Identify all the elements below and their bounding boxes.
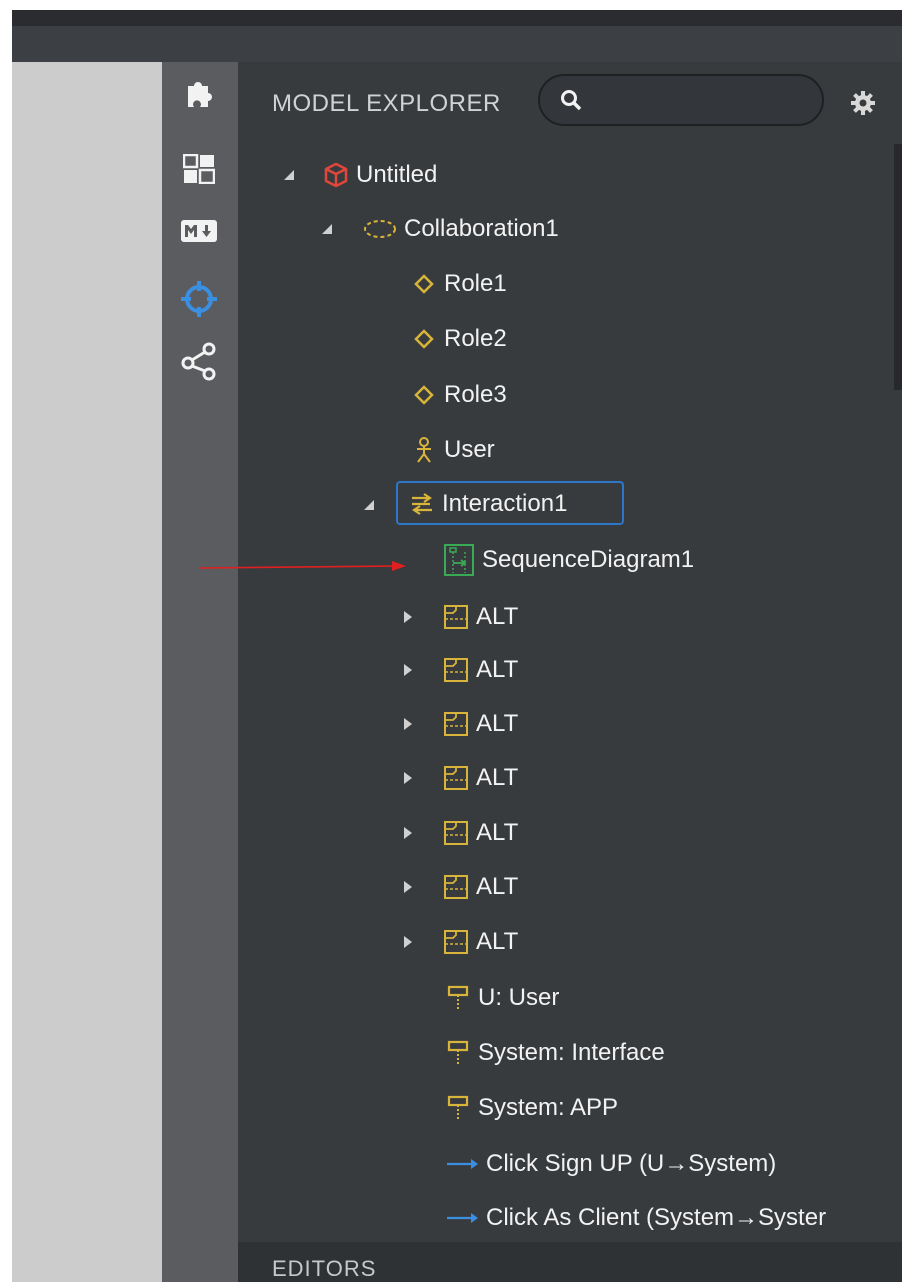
window-top-bar (12, 10, 902, 26)
tree-item-message[interactable]: Click As Client (System→Syster (444, 1198, 894, 1238)
tree-item-fragment[interactable]: ALT (442, 650, 518, 690)
tree-item-role[interactable]: Role1 (410, 264, 507, 304)
tree-item-collaboration[interactable]: Collaboration1 (362, 209, 559, 249)
collapse-arrow-untitled[interactable] (282, 168, 296, 182)
crosshair-icon (181, 281, 217, 317)
tree-item-role[interactable]: Role3 (410, 375, 507, 415)
tree-item-label: User (444, 436, 495, 463)
expand-arrow-alt[interactable] (402, 934, 414, 950)
combined-fragment-icon (442, 819, 470, 847)
tree-item-sequence-diagram[interactable]: SequenceDiagram1 (442, 540, 694, 580)
lifeline-icon (444, 1094, 472, 1122)
collapse-arrow-collaboration[interactable] (320, 222, 334, 236)
tree-item-lifeline[interactable]: System: Interface (444, 1033, 665, 1073)
tree-item-label: Interaction1 (442, 490, 568, 517)
tree-item-label: Click As Client (System→Syster (486, 1204, 827, 1231)
tree-scrollbar[interactable] (894, 144, 902, 390)
markdown-button[interactable] (176, 208, 222, 254)
tree-item-label: Collaboration1 (404, 215, 559, 242)
tree-item-label: Click Sign UP (U→System) (486, 1150, 777, 1177)
tree-item-fragment[interactable]: ALT (442, 922, 518, 962)
tree-item-label: ALT (476, 710, 519, 737)
tree-item-label: U: User (478, 984, 560, 1011)
tree-item-label: ALT (476, 928, 519, 955)
combined-fragment-icon (442, 710, 470, 738)
expand-arrow-alt[interactable] (402, 662, 414, 678)
annotation-arrow-icon (200, 561, 406, 571)
puzzle-icon (188, 82, 212, 107)
tree-item-fragment[interactable]: ALT (442, 867, 518, 907)
combined-fragment-icon (442, 764, 470, 792)
role-diamond-icon (410, 270, 438, 298)
combined-fragment-icon (442, 656, 470, 684)
role-diamond-icon (410, 325, 438, 353)
lifeline-icon (444, 984, 472, 1012)
combined-fragment-icon (442, 603, 470, 631)
layout-grid-icon (183, 154, 215, 184)
tree-item-interaction[interactable]: Interaction1 (408, 484, 567, 524)
share-button[interactable] (176, 338, 222, 384)
tree-item-actor[interactable]: User (410, 430, 495, 470)
tree-item-label: System: Interface (478, 1039, 665, 1066)
tree-item-label: ALT (476, 603, 519, 630)
tree-item-label: Role1 (444, 270, 507, 297)
explorer-search[interactable] (538, 74, 824, 126)
diagram-canvas[interactable] (12, 62, 162, 1282)
interaction-icon (408, 490, 436, 518)
tree-item-label: ALT (476, 873, 519, 900)
explorer-title: MODEL EXPLORER (272, 90, 501, 117)
side-toolbar (162, 62, 238, 1282)
tree-item-lifeline[interactable]: System: APP (444, 1088, 618, 1128)
tree-item-untitled[interactable]: Untitled (322, 155, 437, 195)
actor-icon (410, 436, 438, 464)
expand-arrow-alt[interactable] (402, 716, 414, 732)
role-diamond-icon (410, 381, 438, 409)
sequence-diagram-icon (442, 544, 476, 576)
tree-item-label: Role3 (444, 381, 507, 408)
lifeline-icon (444, 1039, 472, 1067)
tree-item-label: ALT (476, 819, 519, 846)
expand-arrow-alt[interactable] (402, 825, 414, 841)
message-arrow-icon (444, 1204, 480, 1232)
layout-button[interactable] (176, 146, 222, 192)
collapse-arrow-interaction[interactable] (362, 498, 376, 512)
tree-item-role[interactable]: Role2 (410, 319, 507, 359)
tree-item-label: ALT (476, 656, 519, 683)
tree-item-label: System: APP (478, 1094, 619, 1121)
collaboration-ellipse-icon (362, 215, 398, 243)
message-arrow-icon (444, 1150, 480, 1178)
tree-item-fragment[interactable]: ALT (442, 597, 518, 637)
expand-arrow-alt[interactable] (402, 609, 414, 625)
tree-item-message[interactable]: Click Sign UP (U→System) (444, 1144, 776, 1184)
tree-item-label: ALT (476, 764, 519, 791)
model-cube-icon (322, 161, 350, 189)
editors-section[interactable]: EDITORS (238, 1242, 902, 1282)
tree-item-fragment[interactable]: ALT (442, 758, 518, 798)
editors-label: EDITORS (272, 1256, 377, 1281)
tree-item-lifeline[interactable]: U: User (444, 978, 559, 1018)
extensions-button[interactable] (176, 70, 222, 116)
tree-item-fragment[interactable]: ALT (442, 813, 518, 853)
combined-fragment-icon (442, 928, 470, 956)
gear-icon[interactable] (850, 90, 876, 116)
tree-item-fragment[interactable]: ALT (442, 704, 518, 744)
expand-arrow-alt[interactable] (402, 879, 414, 895)
expand-arrow-alt[interactable] (402, 770, 414, 786)
tree-item-label: Role2 (444, 325, 507, 352)
combined-fragment-icon (442, 873, 470, 901)
tree-item-label: SequenceDiagram1 (482, 546, 695, 573)
title-strip (12, 26, 902, 62)
tree-item-label: Untitled (356, 161, 438, 188)
markdown-icon (181, 220, 217, 242)
share-icon (181, 342, 216, 381)
top-edge (0, 0, 902, 10)
search-icon (561, 90, 582, 111)
navigator-button[interactable] (176, 276, 222, 322)
search-input[interactable] (590, 87, 814, 113)
